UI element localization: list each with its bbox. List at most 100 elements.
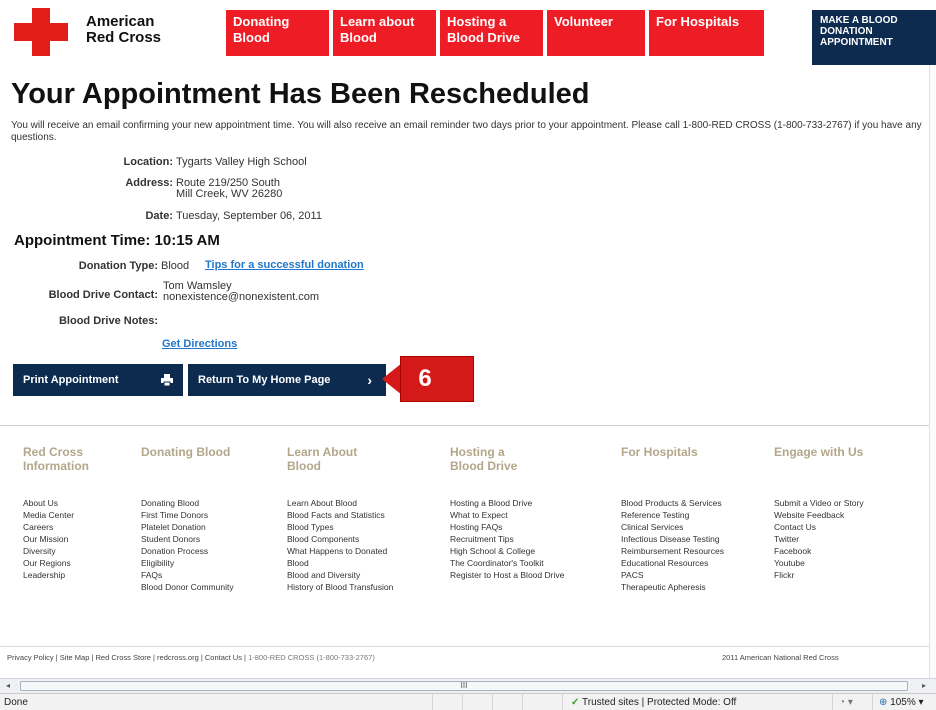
- footer-heading: Donating Blood: [141, 445, 231, 459]
- footer-link[interactable]: Infectious Disease Testing: [621, 533, 724, 545]
- get-directions-link[interactable]: Get Directions: [162, 338, 237, 350]
- footer-link[interactable]: Blood Types: [287, 521, 393, 533]
- address-line-2: Mill Creek, WV 26280: [176, 188, 283, 200]
- nav-hosting-blood-drive[interactable]: Hosting a Blood Drive: [440, 10, 543, 56]
- footer-link[interactable]: What to Expect: [450, 509, 564, 521]
- scrollbar-thumb[interactable]: III: [20, 681, 908, 691]
- footer-link[interactable]: Flickr: [774, 569, 864, 581]
- legal-bar: Privacy Policy | Site Map | Red Cross St…: [0, 646, 929, 668]
- nav-learn-about-blood[interactable]: Learn about Blood: [333, 10, 436, 56]
- footer-link[interactable]: History of Blood Transfusion: [287, 581, 393, 593]
- red-cross-icon: [14, 8, 68, 56]
- footer-link[interactable]: Register to Host a Blood Drive: [450, 569, 564, 581]
- donation-type-label: Donation Type:: [78, 260, 158, 272]
- scroll-left-icon[interactable]: ◂: [6, 681, 10, 690]
- logo-wordmark: American Red Cross: [86, 13, 162, 46]
- printer-icon: [161, 374, 173, 386]
- footer-link[interactable]: Twitter: [774, 533, 864, 545]
- return-home-button[interactable]: Return To My Home Page ›: [188, 364, 386, 396]
- footer-link[interactable]: Careers: [23, 521, 89, 533]
- footer-link[interactable]: Blood Facts and Statistics: [287, 509, 393, 521]
- scroll-right-icon[interactable]: ▸: [922, 681, 926, 690]
- footer-link[interactable]: Therapeutic Apheresis: [621, 581, 724, 593]
- notes-label: Blood Drive Notes:: [58, 315, 158, 327]
- footer-link[interactable]: Eligibility: [141, 557, 234, 569]
- footer-link[interactable]: Hosting FAQs: [450, 521, 564, 533]
- footer-link[interactable]: Clinical Services: [621, 521, 724, 533]
- footer-link[interactable]: Donating Blood: [141, 497, 234, 509]
- security-zone[interactable]: ✓ Trusted sites | Protected Mode: Off: [562, 694, 772, 710]
- footer-heading: Hosting a Blood Drive: [450, 445, 518, 473]
- footer-link[interactable]: Reimbursement Resources: [621, 545, 724, 557]
- contact-label: Blood Drive Contact:: [48, 289, 158, 301]
- footer-link[interactable]: Hosting a Blood Drive: [450, 497, 564, 509]
- footer-link[interactable]: Platelet Donation: [141, 521, 234, 533]
- footer-heading: Red Cross Information: [23, 445, 89, 473]
- footer-link[interactable]: Blood Donor Community: [141, 581, 234, 593]
- appointment-time: Appointment Time: 10:15 AM: [14, 232, 220, 249]
- footer-link[interactable]: PACS: [621, 569, 724, 581]
- footer-heading: Engage with Us: [774, 445, 864, 459]
- footer-link[interactable]: Blood Products & Services: [621, 497, 724, 509]
- intro-text: You will receive an email confirming you…: [11, 120, 922, 143]
- vertical-scrollbar[interactable]: [929, 65, 936, 685]
- chevron-down-icon: ▾: [918, 697, 924, 708]
- legal-links[interactable]: Privacy Policy | Site Map | Red Cross St…: [7, 653, 246, 662]
- footer-link[interactable]: Our Regions: [23, 557, 89, 569]
- nav-volunteer[interactable]: Volunteer: [547, 10, 645, 56]
- footer-link[interactable]: High School & College: [450, 545, 564, 557]
- security-settings-button[interactable]: ◔ ▾: [832, 694, 872, 710]
- step-callout: 6: [382, 356, 474, 402]
- copyright: 2011 American National Red Cross: [722, 653, 839, 662]
- footer-link[interactable]: Blood: [287, 557, 393, 569]
- browser-status-bar: Done ✓ Trusted sites | Protected Mode: O…: [0, 693, 936, 710]
- site-header: American Red Cross Donating Blood Learn a…: [0, 0, 936, 65]
- footer-link[interactable]: Blood Components: [287, 533, 393, 545]
- date-value: Tuesday, September 06, 2011: [176, 210, 322, 222]
- footer-link[interactable]: Facebook: [774, 545, 864, 557]
- footer-link[interactable]: Website Feedback: [774, 509, 864, 521]
- page-title: Your Appointment Has Been Rescheduled: [11, 78, 590, 110]
- footer-link[interactable]: Submit a Video or Story: [774, 497, 864, 509]
- make-appointment-button[interactable]: MAKE A BLOOD DONATION APPOINTMENT: [812, 10, 936, 65]
- zoom-level-button[interactable]: ⊕ 105% ▾: [872, 694, 936, 710]
- tips-link[interactable]: Tips for a successful donation: [205, 259, 364, 271]
- status-text: Done: [4, 697, 28, 708]
- callout-arrow: [382, 363, 402, 395]
- footer-link[interactable]: Reference Testing: [621, 509, 724, 521]
- location-label: Location:: [123, 156, 174, 168]
- footer-link[interactable]: Leadership: [23, 569, 89, 581]
- footer-link[interactable]: FAQs: [141, 569, 234, 581]
- footer-link[interactable]: First Time Donors: [141, 509, 234, 521]
- footer-link[interactable]: What Happens to Donated: [287, 545, 393, 557]
- footer-link[interactable]: Contact Us: [774, 521, 864, 533]
- nav-for-hospitals[interactable]: For Hospitals: [649, 10, 764, 56]
- footer-link[interactable]: Youtube: [774, 557, 864, 569]
- footer-link[interactable]: Educational Resources: [621, 557, 724, 569]
- chevron-right-icon: ›: [367, 372, 372, 388]
- horizontal-scrollbar[interactable]: ◂ III ▸: [0, 678, 936, 693]
- checkmark-icon: ✓: [571, 697, 580, 708]
- globe-icon: ◔ ▾: [839, 697, 853, 708]
- footer-link[interactable]: The Coordinator's Toolkit: [450, 557, 564, 569]
- footer-link[interactable]: Blood and Diversity: [287, 569, 393, 581]
- nav-donating-blood[interactable]: Donating Blood: [226, 10, 329, 56]
- footer-link[interactable]: About Us: [23, 497, 89, 509]
- footer-link[interactable]: Media Center: [23, 509, 89, 521]
- footer-link[interactable]: Our Mission: [23, 533, 89, 545]
- footer-col-donating-blood: Donating Blood Donating Blood First Time…: [141, 445, 234, 593]
- footer-link[interactable]: Recruitment Tips: [450, 533, 564, 545]
- footer-link[interactable]: Learn About Blood: [287, 497, 393, 509]
- footer-heading: Learn About Blood: [287, 445, 358, 473]
- footer-link[interactable]: Donation Process: [141, 545, 234, 557]
- footer-col-engage: Engage with Us Submit a Video or Story W…: [774, 445, 864, 581]
- print-appointment-button[interactable]: Print Appointment: [13, 364, 183, 396]
- red-cross-logo[interactable]: American Red Cross: [14, 8, 224, 56]
- footer-link[interactable]: Student Donors: [141, 533, 234, 545]
- phone-number: 1-800-RED CROSS (1-800-733-2767): [248, 653, 375, 662]
- callout-number: 6: [400, 356, 474, 402]
- footer-link[interactable]: Diversity: [23, 545, 89, 557]
- footer-col-red-cross-info: Red Cross Information About Us Media Cent…: [23, 445, 89, 581]
- footer-col-hosting-blood-drive: Hosting a Blood Drive Hosting a Blood Dri…: [450, 445, 564, 581]
- footer-heading: For Hospitals: [621, 445, 698, 459]
